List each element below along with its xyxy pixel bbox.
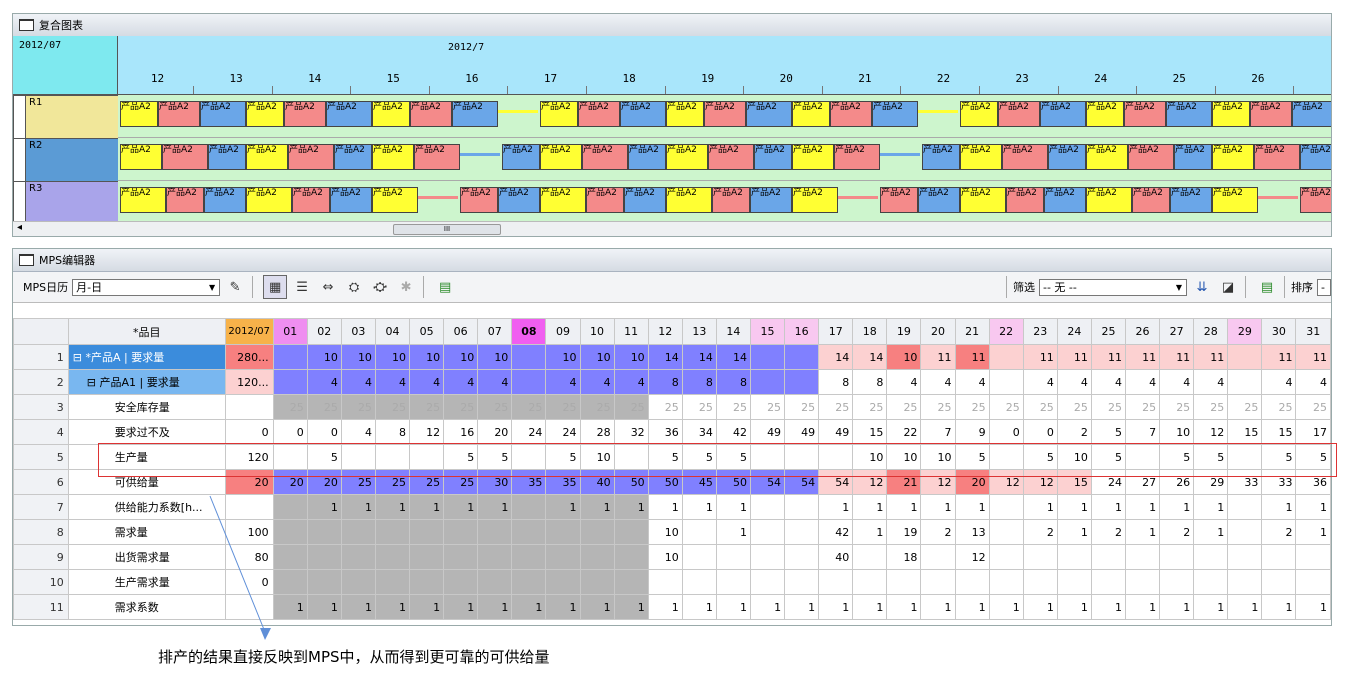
- annotation-caption: 排产的结果直接反映到MPS中，从而得到更可靠的可供给量: [158, 648, 550, 666]
- annotation-arrow: [209, 495, 271, 640]
